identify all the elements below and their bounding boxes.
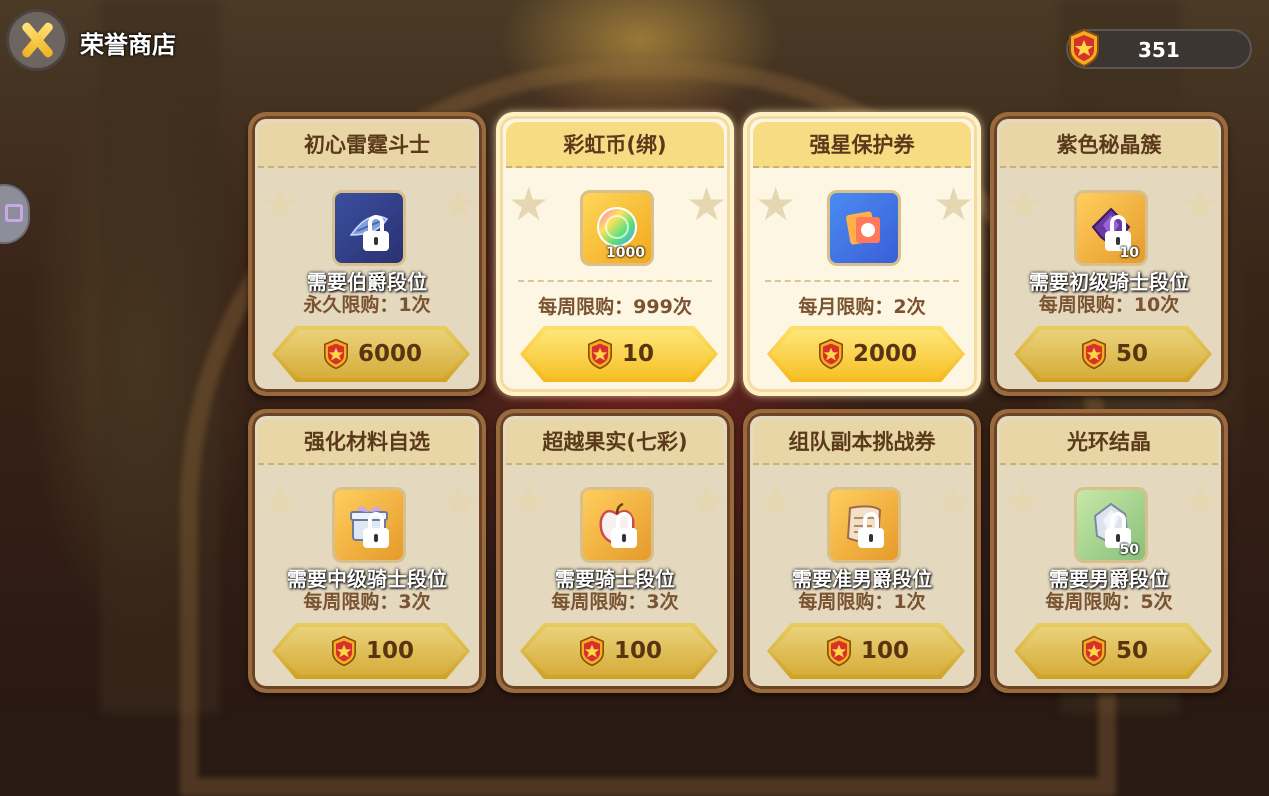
- price-value: 50: [1115, 341, 1148, 367]
- apple-icon: [580, 487, 654, 563]
- star-decoration: ★: [1180, 177, 1222, 231]
- star-decoration: ★: [438, 177, 480, 231]
- currency-value: 351: [1138, 38, 1180, 62]
- price-value: 100: [860, 638, 909, 664]
- card-header: 超越果实(七彩): [506, 419, 724, 465]
- honor-medal-icon: [331, 635, 356, 667]
- price-value: 10: [621, 341, 654, 367]
- honor-currency-display: 351: [1066, 28, 1252, 69]
- item-quantity: 10: [1119, 245, 1139, 261]
- buy-button[interactable]: 50: [1014, 623, 1212, 679]
- item-name: 强星保护券: [809, 133, 915, 157]
- honor-medal-icon: [1081, 635, 1106, 667]
- star-decoration: ★: [260, 177, 302, 231]
- honor-medal-icon: [587, 338, 612, 370]
- honor-medal-icon: [1069, 28, 1099, 68]
- honor-medal-icon: [579, 635, 604, 667]
- tab-icon: [5, 204, 23, 222]
- star-decoration: ★: [933, 177, 975, 231]
- shop-card[interactable]: 强星保护券 ★ ★ 每月限购：2次 2000: [743, 112, 981, 396]
- buy-button[interactable]: 10: [520, 326, 718, 382]
- star-decoration: ★: [1002, 177, 1044, 231]
- star-decoration: ★: [755, 474, 797, 528]
- shop-card[interactable]: 超越果实(七彩) ★ ★ 需要骑士段位 每周限购：3次 100: [496, 409, 734, 693]
- star-decoration: ★: [260, 474, 302, 528]
- page-title: 荣誉商店: [80, 31, 176, 59]
- lock-icon: [597, 500, 651, 560]
- item-name: 初心雷霆斗士: [304, 133, 430, 157]
- star-decoration: ★: [508, 177, 550, 231]
- purchase-limit: 每周限购：3次: [303, 591, 431, 613]
- scroll-icon: [827, 487, 901, 563]
- shop-card[interactable]: 紫色秘晶簇 ★ ★ 10 需要初级骑士段位 每周限购：10次 50: [990, 112, 1228, 396]
- lock-icon: [844, 500, 898, 560]
- card-header: 彩虹币(绑): [506, 122, 724, 168]
- buy-button[interactable]: 2000: [767, 326, 965, 382]
- purchase-limit: 每周限购：1次: [798, 591, 926, 613]
- purple-crystal-icon: 10: [1074, 190, 1148, 266]
- price-value: 100: [613, 638, 662, 664]
- star-decoration: ★: [933, 474, 975, 528]
- card-header: 光环结晶: [1000, 419, 1218, 465]
- price-value: 100: [365, 638, 414, 664]
- star-decoration: ★: [1002, 474, 1044, 528]
- purchase-limit: 每周限购：10次: [1038, 294, 1180, 316]
- star-decoration: ★: [686, 177, 728, 231]
- card-header: 紫色秘晶簇: [1000, 122, 1218, 168]
- lock-icon: [349, 203, 403, 263]
- card-header: 组队副本挑战券: [753, 419, 971, 465]
- crystal-icon: 50: [1074, 487, 1148, 563]
- divider: [765, 280, 959, 282]
- honor-medal-icon: [818, 338, 843, 370]
- item-quantity: 1000: [606, 245, 645, 261]
- price-value: 6000: [357, 341, 422, 367]
- item-name: 组队副本挑战券: [788, 430, 936, 454]
- item-quantity: 50: [1119, 542, 1139, 558]
- price-value: 50: [1115, 638, 1148, 664]
- lock-icon: [349, 500, 403, 560]
- card-header: 强化材料自选: [258, 419, 476, 465]
- shop-card[interactable]: 强化材料自选 ★ ★ 需要中级骑士段位 每周限购：3次 100: [248, 409, 486, 693]
- buy-button[interactable]: 6000: [272, 326, 470, 382]
- armor-icon: [332, 190, 406, 266]
- rainbow-coin-icon: 1000: [580, 190, 654, 266]
- star-decoration: ★: [1180, 474, 1222, 528]
- buy-button[interactable]: 100: [520, 623, 718, 679]
- item-name: 紫色秘晶簇: [1056, 133, 1162, 157]
- buy-button[interactable]: 50: [1014, 326, 1212, 382]
- buy-button[interactable]: 100: [272, 623, 470, 679]
- purchase-limit: 每周限购：999次: [538, 296, 692, 318]
- purchase-limit: 每月限购：2次: [798, 296, 926, 318]
- card-header: 初心雷霆斗士: [258, 122, 476, 168]
- close-icon: [18, 21, 56, 59]
- gift-box-icon: [332, 487, 406, 563]
- divider: [518, 280, 712, 282]
- purchase-limit: 每周限购：5次: [1045, 591, 1173, 613]
- protection-ticket-icon: [827, 190, 901, 266]
- price-value: 2000: [852, 341, 917, 367]
- star-decoration: ★: [438, 474, 480, 528]
- buy-button[interactable]: 100: [767, 623, 965, 679]
- close-button[interactable]: [6, 9, 68, 71]
- honor-medal-icon: [826, 635, 851, 667]
- star-decoration: ★: [755, 177, 797, 231]
- honor-medal-icon: [323, 338, 348, 370]
- shop-card[interactable]: 组队副本挑战券 ★ ★ 需要准男爵段位 每周限购：1次 100: [743, 409, 981, 693]
- item-name: 强化材料自选: [304, 430, 430, 454]
- star-decoration: ★: [508, 474, 550, 528]
- item-name: 光环结晶: [1067, 430, 1151, 454]
- shop-card[interactable]: 彩虹币(绑) ★ ★ 1000 每周限购：999次 10: [496, 112, 734, 396]
- star-decoration: ★: [686, 474, 728, 528]
- purchase-limit: 每周限购：3次: [551, 591, 679, 613]
- purchase-limit: 永久限购：1次: [303, 294, 431, 316]
- item-name: 彩虹币(绑): [563, 133, 667, 157]
- honor-medal-icon: [1081, 338, 1106, 370]
- item-name: 超越果实(七彩): [542, 430, 688, 454]
- shop-card[interactable]: 初心雷霆斗士 ★ ★ 需要伯爵段位 永久限购：1次 6000: [248, 112, 486, 396]
- card-header: 强星保护券: [753, 122, 971, 168]
- shop-card[interactable]: 光环结晶 ★ ★ 50 需要男爵段位 每周限购：5次 50: [990, 409, 1228, 693]
